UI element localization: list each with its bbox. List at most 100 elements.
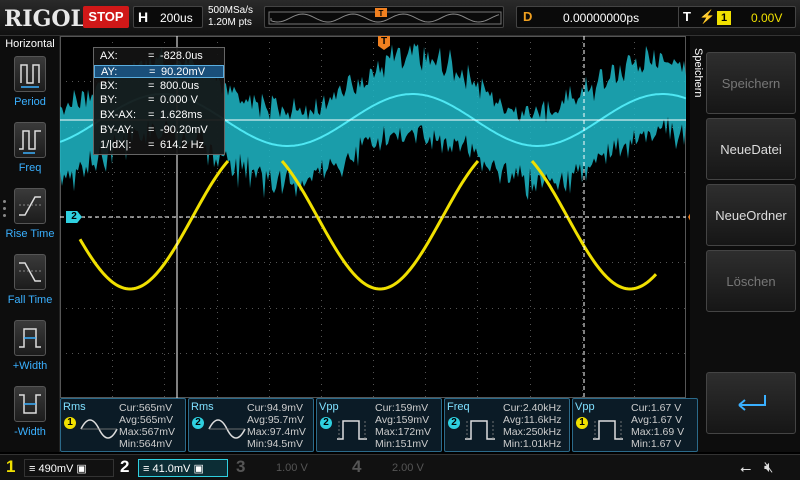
- run-stop-indicator[interactable]: STOP: [83, 6, 129, 28]
- cursor-value: -90.20mV: [160, 124, 208, 136]
- cursor-equals: =: [148, 94, 155, 107]
- measurement-avg: Avg:159mV: [375, 414, 430, 426]
- frequency-icon: [14, 122, 46, 158]
- cursor-key: BX:: [100, 79, 118, 92]
- measurement-max: Max:172mV: [375, 426, 432, 438]
- measurement-min: Min:1.01kHz: [503, 438, 562, 450]
- measurement-item[interactable]: Vpp 2 Cur:159mV Avg:159mV Max:172mV Min:151mV: [316, 398, 442, 452]
- sine-wave-icon: [208, 419, 246, 439]
- measurement-cur: Cur:159mV: [375, 402, 429, 414]
- rise-time-label: Rise Time: [5, 228, 55, 240]
- measure-fall-time-button[interactable]: Fall Time: [0, 254, 60, 318]
- measurement-avg: Avg:1.67 V: [631, 414, 683, 426]
- measurement-item[interactable]: Rms 1 Cur:565mV Avg:565mV Max:567mV Min:564mV: [60, 398, 186, 452]
- measurement-max: Max:1.69 V: [631, 426, 685, 438]
- waveform-overview[interactable]: T: [264, 6, 504, 28]
- negative-width-icon: [14, 386, 46, 422]
- neue-ordner-button[interactable]: NeueOrdner: [706, 184, 796, 246]
- cursor-value: 1.628ms: [160, 109, 203, 122]
- cursor-value: 800.0us: [160, 79, 200, 92]
- horizontal-measure-menu: Horizontal Period Freq Rise Time Fall Ti…: [0, 36, 60, 452]
- channel-2-number: 2: [120, 457, 130, 476]
- measurement-item[interactable]: Freq 2 Cur:2.40kHz Avg:11.6kHz Max:250kHz Min…: [444, 398, 570, 452]
- measurement-avg: Avg:95.7mV: [247, 414, 305, 426]
- measurement-max: Max:250kHz: [503, 426, 562, 438]
- loeschen-button[interactable]: Löschen: [706, 250, 796, 312]
- measurement-values: Cur:94.9mV Avg:95.7mV Max:97.4mV Min:94.5mV: [247, 402, 306, 450]
- delay-key: D: [523, 9, 533, 24]
- neue-datei-button[interactable]: NeueDatei: [706, 118, 796, 180]
- channel-2-scale: ≡ 41.0mV ▣: [138, 459, 228, 477]
- measurement-cur: Cur:1.67 V: [631, 402, 682, 414]
- measurement-min: Min:151mV: [375, 438, 429, 450]
- trigger-key: T: [683, 9, 691, 24]
- speichern-button[interactable]: Speichern: [706, 52, 796, 114]
- cursor-key: BY:: [100, 94, 118, 107]
- channel-3-scale: 1.00 V: [276, 462, 308, 474]
- cursor-equals: =: [148, 79, 155, 92]
- pulse-icon: [337, 420, 367, 440]
- cursor-key: AX:: [100, 50, 118, 62]
- right-menu-title: Speichern: [692, 48, 704, 98]
- measurement-min: Min:564mV: [119, 438, 173, 450]
- measurement-item[interactable]: Vpp 1 Cur:1.67 V Avg:1.67 V Max:1.69 V Min:1.…: [572, 398, 698, 452]
- measure-period-button[interactable]: Period: [0, 56, 60, 120]
- measure-positive-width-button[interactable]: +Width: [0, 320, 60, 384]
- cursor-row[interactable]: BY: = 0.000 V: [94, 94, 224, 108]
- trigger-box[interactable]: T ⚡ 1 0.00V: [678, 6, 796, 28]
- measurement-min: Min:1.67 V: [631, 438, 682, 450]
- cursor-value: 614.2 Hz: [160, 138, 205, 151]
- cursor-readout-table: AX: = -828.0us AY: = 90.20mV BX: = 800.0us BY: = 0.…: [93, 47, 225, 155]
- left-menu-title: Horizontal: [5, 38, 55, 50]
- timebase-key: H: [138, 9, 149, 25]
- measure-rise-time-button[interactable]: Rise Time: [0, 188, 60, 252]
- channel-1-number: 1: [6, 457, 16, 476]
- measurement-channel: 2: [192, 417, 204, 429]
- measurement-name: Rms: [191, 401, 214, 413]
- measurement-avg: Avg:11.6kHz: [503, 414, 562, 426]
- cursor-row[interactable]: BX: = 800.0us: [94, 80, 224, 94]
- measurement-channel: 2: [320, 417, 332, 429]
- enter-button[interactable]: [706, 372, 796, 434]
- usb-icon: ⭠: [740, 460, 752, 476]
- channel-bar: 1 ≡ 490mV ▣ 2 ≡ 41.0mV ▣ 3 1.00 V 4 2.00…: [0, 454, 800, 480]
- measurement-values: Cur:2.40kHz Avg:11.6kHz Max:250kHz Min:1.01…: [503, 402, 562, 450]
- cursor-equals: =: [148, 109, 155, 122]
- speaker-muted-icon[interactable]: 🔇︎: [764, 459, 773, 476]
- measurement-channel: 2: [448, 417, 460, 429]
- cursor-row[interactable]: 1/|dX|: = 614.2 Hz: [94, 139, 224, 153]
- cursor-row[interactable]: BX-AX: = 1.628ms: [94, 109, 224, 123]
- measurement-max: Max:97.4mV: [247, 426, 306, 438]
- sine-wave-icon: [80, 419, 118, 439]
- negative-width-label: -Width: [14, 426, 46, 438]
- positive-width-label: +Width: [12, 360, 48, 372]
- measurement-name: Rms: [63, 401, 86, 413]
- delay-box[interactable]: D 0.00000000ps: [516, 6, 696, 28]
- measurement-name: Freq: [447, 401, 470, 413]
- cursor-row[interactable]: AX: = -828.0us: [94, 50, 224, 64]
- measurement-cur: Cur:94.9mV: [247, 402, 304, 414]
- measurement-values: Cur:565mV Avg:565mV Max:567mV Min:564mV: [119, 402, 175, 450]
- channel-3-number: 3: [236, 457, 246, 476]
- cursor-equals: =: [149, 65, 156, 78]
- measurement-channel: 1: [64, 417, 76, 429]
- measure-negative-width-button[interactable]: -Width: [0, 386, 60, 450]
- cursor-equals: =: [148, 50, 155, 62]
- cursor-key: 1/|dX|:: [100, 138, 132, 151]
- measure-freq-button[interactable]: Freq: [0, 122, 60, 186]
- measurement-channel: 1: [576, 417, 588, 429]
- sample-rate: 500MSa/s: [208, 5, 254, 16]
- timebase-box[interactable]: H 200us: [133, 6, 203, 28]
- measurement-min: Min:94.5mV: [247, 438, 304, 450]
- positive-width-icon: [14, 320, 46, 356]
- cursor-row[interactable]: AY: = 90.20mV: [94, 64, 224, 79]
- channel-1-scale: ≡ 490mV ▣: [24, 459, 114, 477]
- fall-time-label: Fall Time: [7, 294, 53, 306]
- enter-arrow-icon: [738, 395, 766, 411]
- cursor-row[interactable]: BY-AY: = -90.20mV: [94, 124, 224, 138]
- measurement-cur: Cur:2.40kHz: [503, 402, 562, 414]
- cursor-value: 0.000 V: [160, 94, 198, 107]
- channel-4-scale: 2.00 V: [392, 462, 424, 474]
- measurement-item[interactable]: Rms 2 Cur:94.9mV Avg:95.7mV Max:97.4mV Min:94…: [188, 398, 314, 452]
- measurement-name: Vpp: [319, 401, 339, 413]
